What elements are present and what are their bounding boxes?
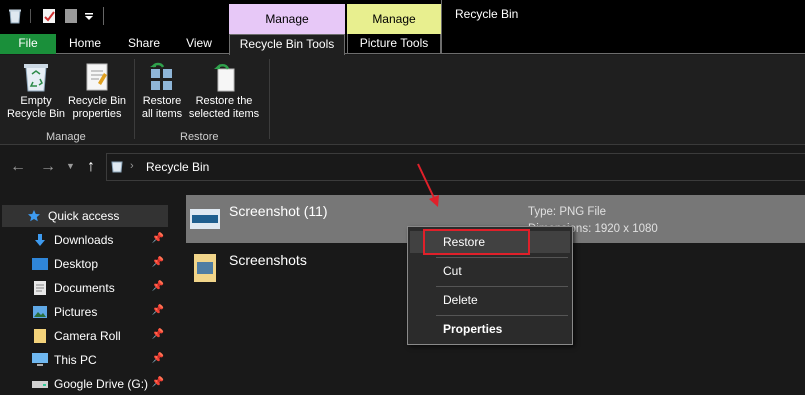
star-icon: [26, 209, 42, 223]
restore-all-items-button[interactable]: Restore all items: [138, 61, 186, 121]
restore-highlight-box: [423, 229, 530, 255]
pin-icon[interactable]: 📌: [152, 305, 164, 316]
recycle-bin-large-icon: [24, 64, 48, 92]
restore-all-label-1: Restore: [142, 95, 182, 107]
download-icon: [32, 233, 48, 247]
nav-item-label: Quick access: [48, 209, 120, 223]
restore-all-label-2: all items: [141, 108, 183, 120]
customize-toolbar-icon[interactable]: [82, 6, 96, 26]
pictures-icon: [32, 305, 48, 319]
new-folder-icon[interactable]: [63, 6, 79, 26]
group-label-manage: Manage: [46, 131, 86, 143]
nav-item-desktop[interactable]: Desktop 📌: [2, 253, 168, 275]
file-name: Screenshots: [229, 252, 307, 268]
documents-icon: [32, 281, 48, 295]
desktop-icon: [32, 257, 48, 271]
context-divider: [441, 0, 442, 54]
nav-item-label: Google Drive (G:): [54, 377, 149, 391]
menu-separator: [436, 315, 568, 316]
properties-label-2: properties: [72, 108, 122, 120]
ribbon-tabs: File Home Share View Recycle Bin Tools P…: [0, 0, 805, 55]
folder-icon: [194, 254, 216, 285]
properties-label-1: Recycle Bin: [67, 95, 127, 107]
image-thumbnail-icon: [190, 209, 220, 232]
nav-item-camera-roll[interactable]: Camera Roll 📌: [2, 325, 168, 347]
tab-home[interactable]: Home: [60, 34, 110, 54]
empty-label-1: Empty: [20, 95, 52, 107]
pin-icon[interactable]: 📌: [152, 377, 164, 388]
empty-label-2: Recycle Bin: [6, 108, 66, 120]
nav-item-quick-access[interactable]: Quick access: [2, 205, 168, 227]
separator: [25, 6, 35, 26]
nav-item-google-drive[interactable]: Google Drive (G:) 📌: [2, 373, 168, 395]
menu-separator: [436, 257, 568, 258]
ribbon-group-separator: [134, 59, 135, 139]
context-group-picture-manage: Manage: [347, 4, 441, 34]
navigation-pane: Quick access Downloads 📌 Desktop 📌 Docum…: [0, 188, 170, 395]
title-bar: Manage Manage Recycle Bin: [0, 0, 805, 34]
nav-item-pictures[interactable]: Pictures 📌: [2, 301, 168, 323]
restore-selected-label-2: selected items: [188, 108, 260, 120]
empty-recycle-bin-button[interactable]: Empty Recycle Bin: [6, 61, 66, 121]
nav-item-label: Desktop: [54, 257, 99, 271]
address-bar[interactable]: › Recycle Bin: [106, 153, 805, 181]
file-type: Type: PNG File: [528, 206, 606, 218]
pin-icon[interactable]: 📌: [152, 257, 164, 268]
breadcrumb-chevron-icon: ›: [130, 160, 134, 172]
properties-icon[interactable]: [40, 6, 58, 26]
forward-arrow-icon[interactable]: →: [40, 158, 56, 176]
restore-all-icon: [150, 62, 172, 90]
nav-item-label: This PC: [54, 353, 97, 367]
group-label-restore: Restore: [180, 131, 219, 143]
computer-icon: [32, 353, 48, 367]
context-group-recycle-manage: Manage: [229, 4, 345, 34]
properties-large-icon: [86, 63, 108, 91]
ribbon-group-separator: [269, 59, 270, 139]
nav-item-this-pc[interactable]: This PC 📌: [2, 349, 168, 371]
nav-item-label: Downloads: [54, 233, 114, 247]
pin-icon[interactable]: 📌: [152, 233, 164, 244]
tab-picture-tools[interactable]: Picture Tools: [347, 34, 441, 54]
ribbon: Empty Recycle Bin Recycle Bin properties…: [0, 55, 805, 145]
restore-selected-icon: [214, 64, 235, 92]
window-title: Recycle Bin: [455, 7, 519, 21]
up-arrow-icon[interactable]: ↑: [87, 158, 95, 176]
tab-view[interactable]: View: [176, 34, 222, 54]
drive-icon: [32, 377, 48, 391]
back-arrow-icon[interactable]: ←: [10, 158, 26, 176]
nav-item-label: Pictures: [54, 305, 98, 319]
address-path: Recycle Bin: [146, 160, 210, 174]
recycle-bin-properties-button[interactable]: Recycle Bin properties: [66, 61, 128, 121]
file-name: Screenshot (11): [229, 203, 328, 219]
pin-icon[interactable]: 📌: [152, 353, 164, 364]
menu-separator: [436, 286, 568, 287]
nav-item-documents[interactable]: Documents 📌: [2, 277, 168, 299]
tab-file[interactable]: File: [0, 34, 56, 54]
menu-item-cut[interactable]: Cut: [410, 260, 570, 282]
folder-icon: [32, 329, 48, 343]
pin-icon[interactable]: 📌: [152, 329, 164, 340]
pin-icon[interactable]: 📌: [152, 281, 164, 292]
nav-item-label: Documents: [54, 281, 115, 295]
nav-item-downloads[interactable]: Downloads 📌: [2, 229, 168, 251]
recycle-bin-small-icon: [111, 159, 123, 176]
separator: [100, 6, 106, 26]
tab-share[interactable]: Share: [118, 34, 170, 54]
recent-locations-chevron-icon[interactable]: ▼: [66, 161, 75, 171]
restore-selected-items-button[interactable]: Restore the selected items: [186, 61, 262, 121]
tab-recycle-bin-tools[interactable]: Recycle Bin Tools: [229, 34, 345, 55]
nav-item-label: Camera Roll: [54, 329, 121, 343]
menu-item-delete[interactable]: Delete: [410, 289, 570, 311]
menu-item-properties[interactable]: Properties: [410, 318, 570, 340]
annotation-arrow-icon: [417, 163, 439, 207]
context-menu: Restore Cut Delete Properties: [407, 226, 573, 345]
recycle-bin-icon: [6, 6, 24, 26]
restore-selected-label-1: Restore the: [195, 95, 253, 107]
